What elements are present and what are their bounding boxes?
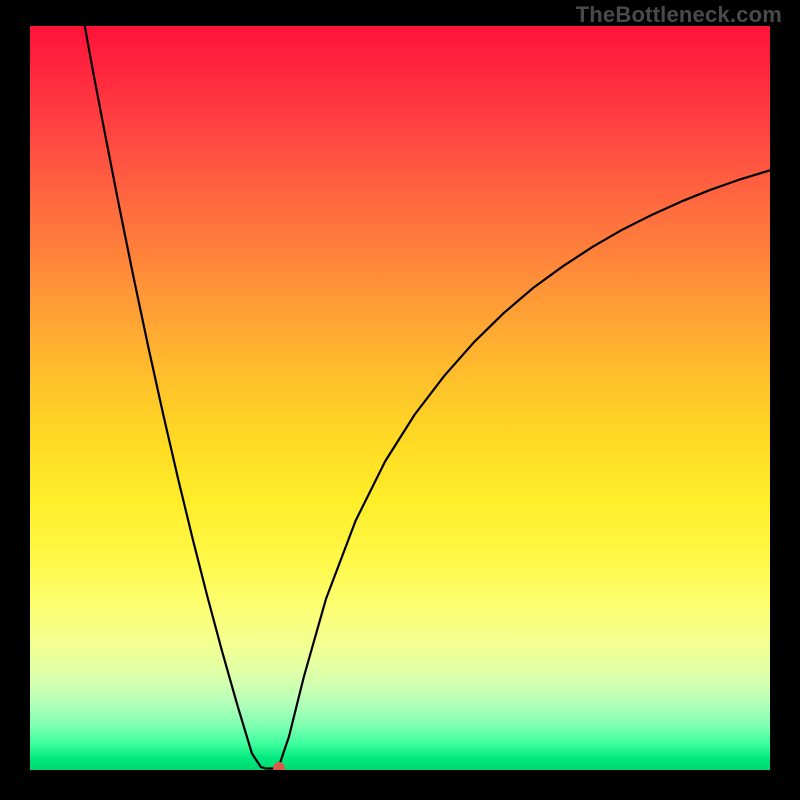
optimal-point-marker: [273, 762, 285, 771]
plot-area: [30, 26, 770, 770]
watermark-text: TheBottleneck.com: [576, 2, 782, 28]
heatmap-gradient: [30, 26, 770, 770]
chart-frame: TheBottleneck.com: [0, 0, 800, 800]
